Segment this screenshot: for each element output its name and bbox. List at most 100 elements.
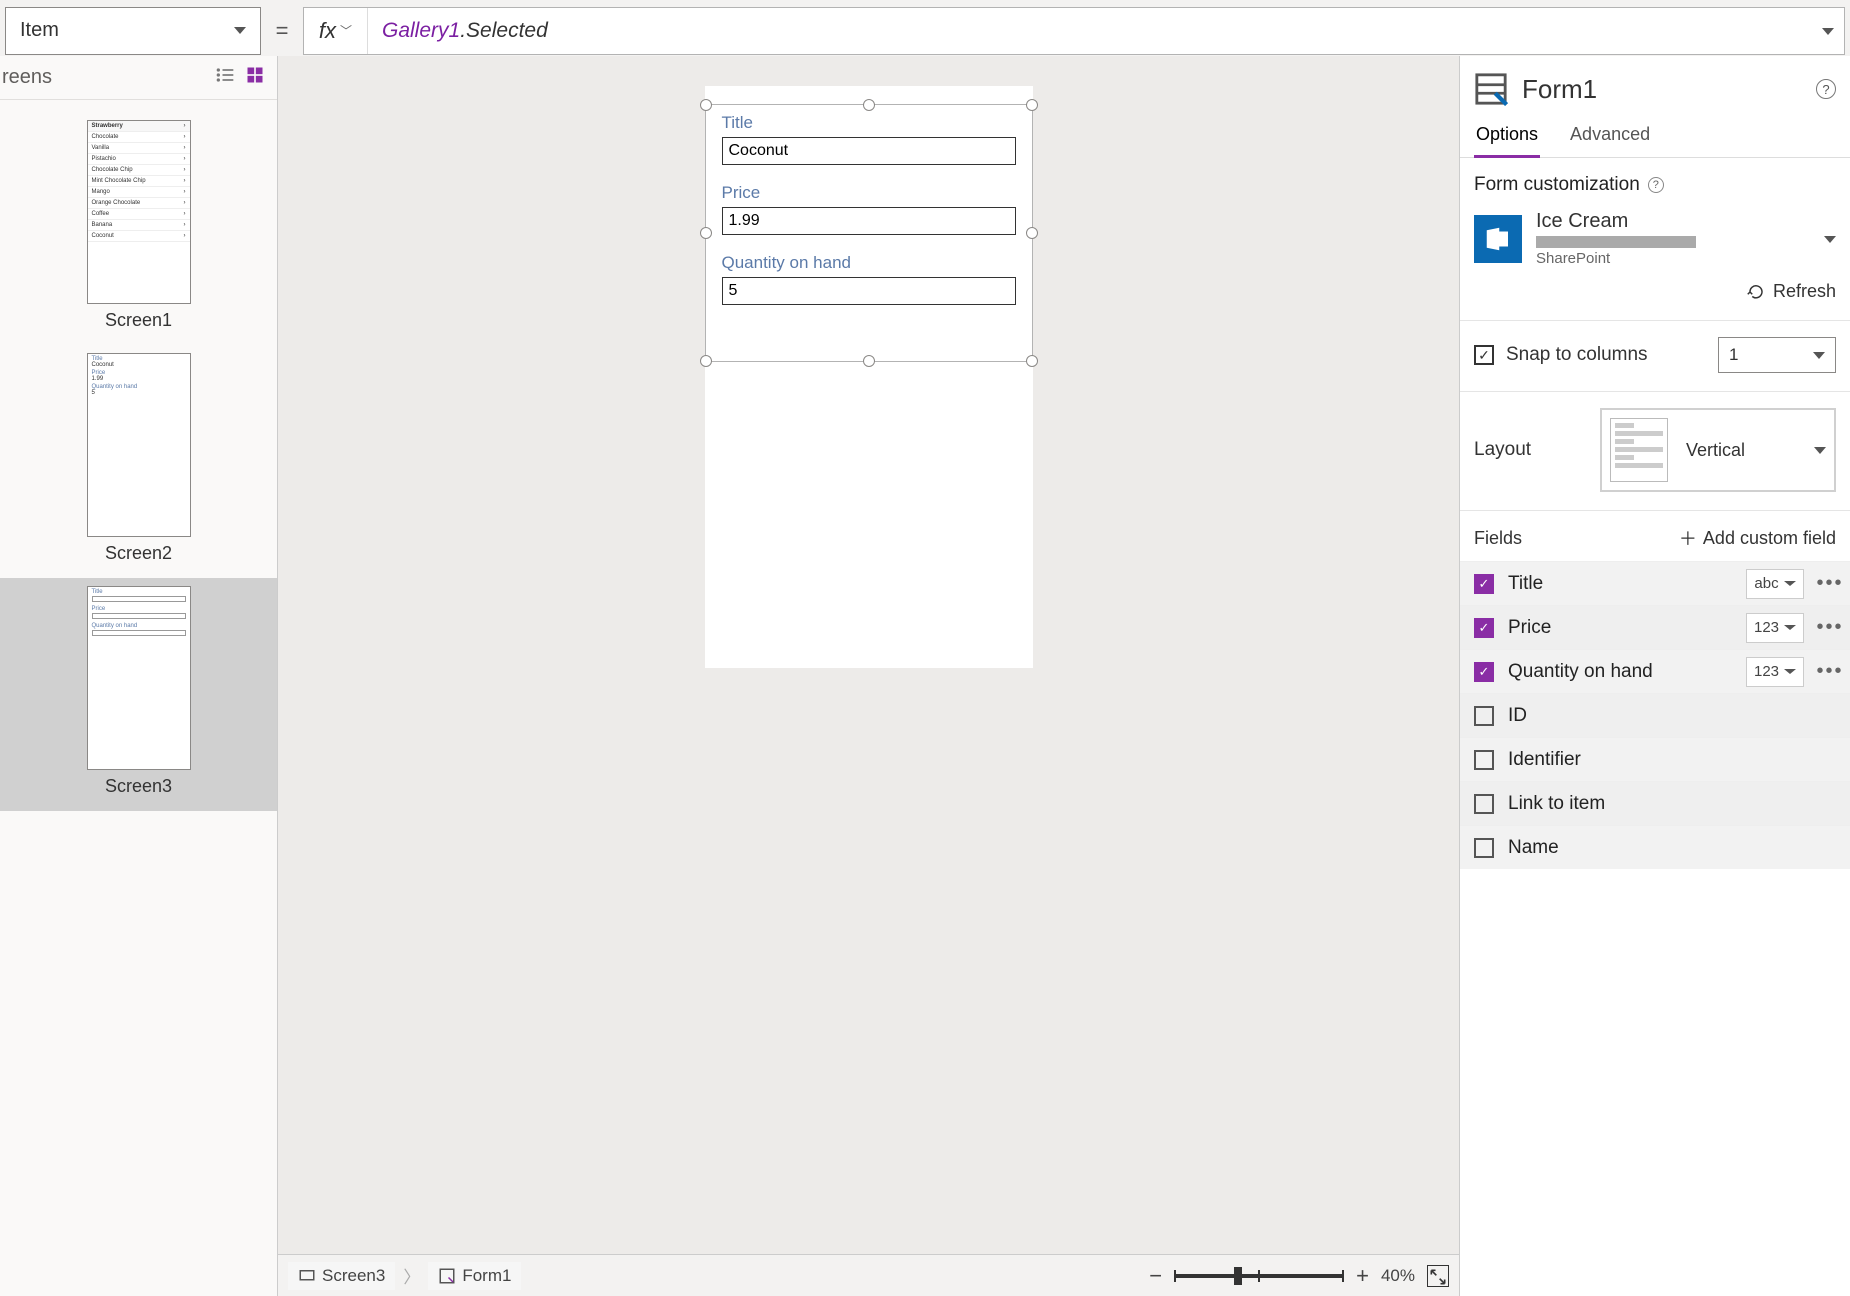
screen-thumb-screen2[interactable]: TitleCoconut Price1.99 Quantity on hand5… xyxy=(0,345,277,578)
chevron-down-icon[interactable] xyxy=(1824,230,1836,248)
help-icon[interactable]: ? xyxy=(1816,79,1836,99)
screen-name: Screen2 xyxy=(105,543,172,564)
field-row[interactable]: ✓ Quantity on hand 123 ••• xyxy=(1460,649,1850,693)
resize-handle[interactable] xyxy=(863,355,875,367)
field-row[interactable]: Identifier xyxy=(1460,737,1850,781)
tab-options[interactable]: Options xyxy=(1474,116,1540,158)
tree-view-title: reens xyxy=(2,66,52,89)
field-type-dropdown[interactable]: 123 xyxy=(1746,613,1804,643)
refresh-button[interactable]: Refresh xyxy=(1474,281,1836,302)
field-checkbox[interactable] xyxy=(1474,750,1494,770)
screen-thumb-screen3[interactable]: Title Price Quantity on hand Screen3 xyxy=(0,578,277,811)
zoom-slider[interactable] xyxy=(1174,1274,1344,1278)
more-icon[interactable]: ••• xyxy=(1810,616,1850,639)
field-name: Quantity on hand xyxy=(1508,661,1746,683)
field-checkbox[interactable]: ✓ xyxy=(1474,618,1494,638)
app-canvas[interactable]: Title Price Quantity on hand xyxy=(705,86,1033,668)
form-card-price[interactable]: Price xyxy=(706,175,1032,245)
breadcrumb: Screen3 〉 Form1 xyxy=(288,1262,521,1290)
tab-advanced[interactable]: Advanced xyxy=(1568,116,1652,157)
sharepoint-icon xyxy=(1474,215,1522,263)
resize-handle[interactable] xyxy=(1026,227,1038,239)
resize-handle[interactable] xyxy=(1026,99,1038,111)
field-type-dropdown[interactable]: abc xyxy=(1746,569,1804,599)
field-name: Name xyxy=(1508,837,1850,859)
form-selection[interactable]: Title Price Quantity on hand xyxy=(705,104,1033,362)
property-dropdown[interactable]: Item xyxy=(5,7,261,55)
layout-dropdown[interactable]: Vertical xyxy=(1600,408,1836,492)
columns-dropdown[interactable]: 1 xyxy=(1718,337,1836,373)
field-name: Price xyxy=(1508,617,1746,639)
properties-tabs: Options Advanced xyxy=(1460,106,1850,158)
field-row[interactable]: ✓ Price 123 ••• xyxy=(1460,605,1850,649)
resize-handle[interactable] xyxy=(700,99,712,111)
zoom-value: 40% xyxy=(1381,1266,1415,1286)
zoom-out-button[interactable]: − xyxy=(1149,1263,1162,1289)
add-custom-field-button[interactable]: ＋ Add custom field xyxy=(1679,525,1836,551)
crumb-screen[interactable]: Screen3 xyxy=(288,1262,395,1290)
formula-input-box[interactable]: fx﹀ Gallery1.Selected xyxy=(303,7,1845,55)
fields-header: Fields ＋ Add custom field xyxy=(1460,511,1850,561)
title-input[interactable] xyxy=(722,137,1016,165)
status-bar: Screen3 〉 Form1 − + 40% xyxy=(278,1254,1459,1296)
field-row[interactable]: ID xyxy=(1460,693,1850,737)
help-icon[interactable]: ? xyxy=(1648,177,1664,193)
resize-handle[interactable] xyxy=(1026,355,1038,367)
formula-text[interactable]: Gallery1.Selected xyxy=(368,18,1812,43)
crumb-label: Screen3 xyxy=(322,1266,385,1286)
field-checkbox[interactable] xyxy=(1474,838,1494,858)
field-row[interactable]: Name xyxy=(1460,825,1850,869)
fit-screen-icon[interactable] xyxy=(1427,1265,1449,1287)
screens-list: Strawberry› Chocolate› Vanilla› Pistachi… xyxy=(0,100,277,1296)
refresh-icon xyxy=(1747,283,1765,301)
screen-icon xyxy=(298,1267,316,1285)
field-label: Quantity on hand xyxy=(722,253,1016,273)
layout-value: Vertical xyxy=(1686,440,1745,461)
field-name: Link to item xyxy=(1508,793,1850,815)
field-row[interactable]: Link to item xyxy=(1460,781,1850,825)
columns-value: 1 xyxy=(1729,345,1738,365)
screen-thumb-screen1[interactable]: Strawberry› Chocolate› Vanilla› Pistachi… xyxy=(0,112,277,345)
layout-label: Layout xyxy=(1474,439,1531,461)
expand-formula-icon[interactable] xyxy=(1812,22,1844,40)
zoom-in-button[interactable]: + xyxy=(1356,1263,1369,1289)
field-checkbox[interactable] xyxy=(1474,706,1494,726)
form-icon xyxy=(438,1267,456,1285)
resize-handle[interactable] xyxy=(700,227,712,239)
field-label: Title xyxy=(722,113,1016,133)
list-view-icon[interactable] xyxy=(215,65,235,90)
resize-handle[interactable] xyxy=(863,99,875,111)
field-checkbox[interactable] xyxy=(1474,794,1494,814)
resize-handle[interactable] xyxy=(700,355,712,367)
layout-section: Layout Vertical xyxy=(1460,392,1850,511)
field-name: Identifier xyxy=(1508,749,1850,771)
chevron-right-icon: 〉 xyxy=(403,1263,420,1288)
canvas-area: Title Price Quantity on hand xyxy=(278,56,1460,1296)
field-checkbox[interactable]: ✓ xyxy=(1474,574,1494,594)
tree-view-header: reens xyxy=(0,56,277,100)
quantity-input[interactable] xyxy=(722,277,1016,305)
more-icon[interactable]: ••• xyxy=(1810,660,1850,683)
fx-label[interactable]: fx﹀ xyxy=(304,8,368,54)
grid-view-icon[interactable] xyxy=(245,65,265,90)
chevron-down-icon xyxy=(1813,352,1825,359)
data-source-name: Ice Cream xyxy=(1536,210,1696,233)
snap-checkbox[interactable]: ✓ xyxy=(1474,345,1494,365)
form-card-quantity[interactable]: Quantity on hand xyxy=(706,245,1032,315)
thumbnail: Strawberry› Chocolate› Vanilla› Pistachi… xyxy=(87,120,191,304)
screen-name: Screen1 xyxy=(105,310,172,331)
field-type-dropdown[interactable]: 123 xyxy=(1746,657,1804,687)
chevron-down-icon: ﹀ xyxy=(340,22,352,39)
data-source-row[interactable]: Ice Cream SharePoint xyxy=(1474,210,1836,267)
form-card-title[interactable]: Title xyxy=(706,105,1032,175)
field-row[interactable]: ✓ Title abc ••• xyxy=(1460,561,1850,605)
refresh-label: Refresh xyxy=(1773,281,1836,302)
chevron-down-icon xyxy=(234,27,246,34)
properties-pane: Form1 ? Options Advanced Form customizat… xyxy=(1460,56,1850,1296)
property-value: Item xyxy=(20,19,59,42)
crumb-form[interactable]: Form1 xyxy=(428,1262,521,1290)
zoom-knob[interactable] xyxy=(1234,1267,1242,1285)
more-icon[interactable]: ••• xyxy=(1810,572,1850,595)
field-checkbox[interactable]: ✓ xyxy=(1474,662,1494,682)
price-input[interactable] xyxy=(722,207,1016,235)
